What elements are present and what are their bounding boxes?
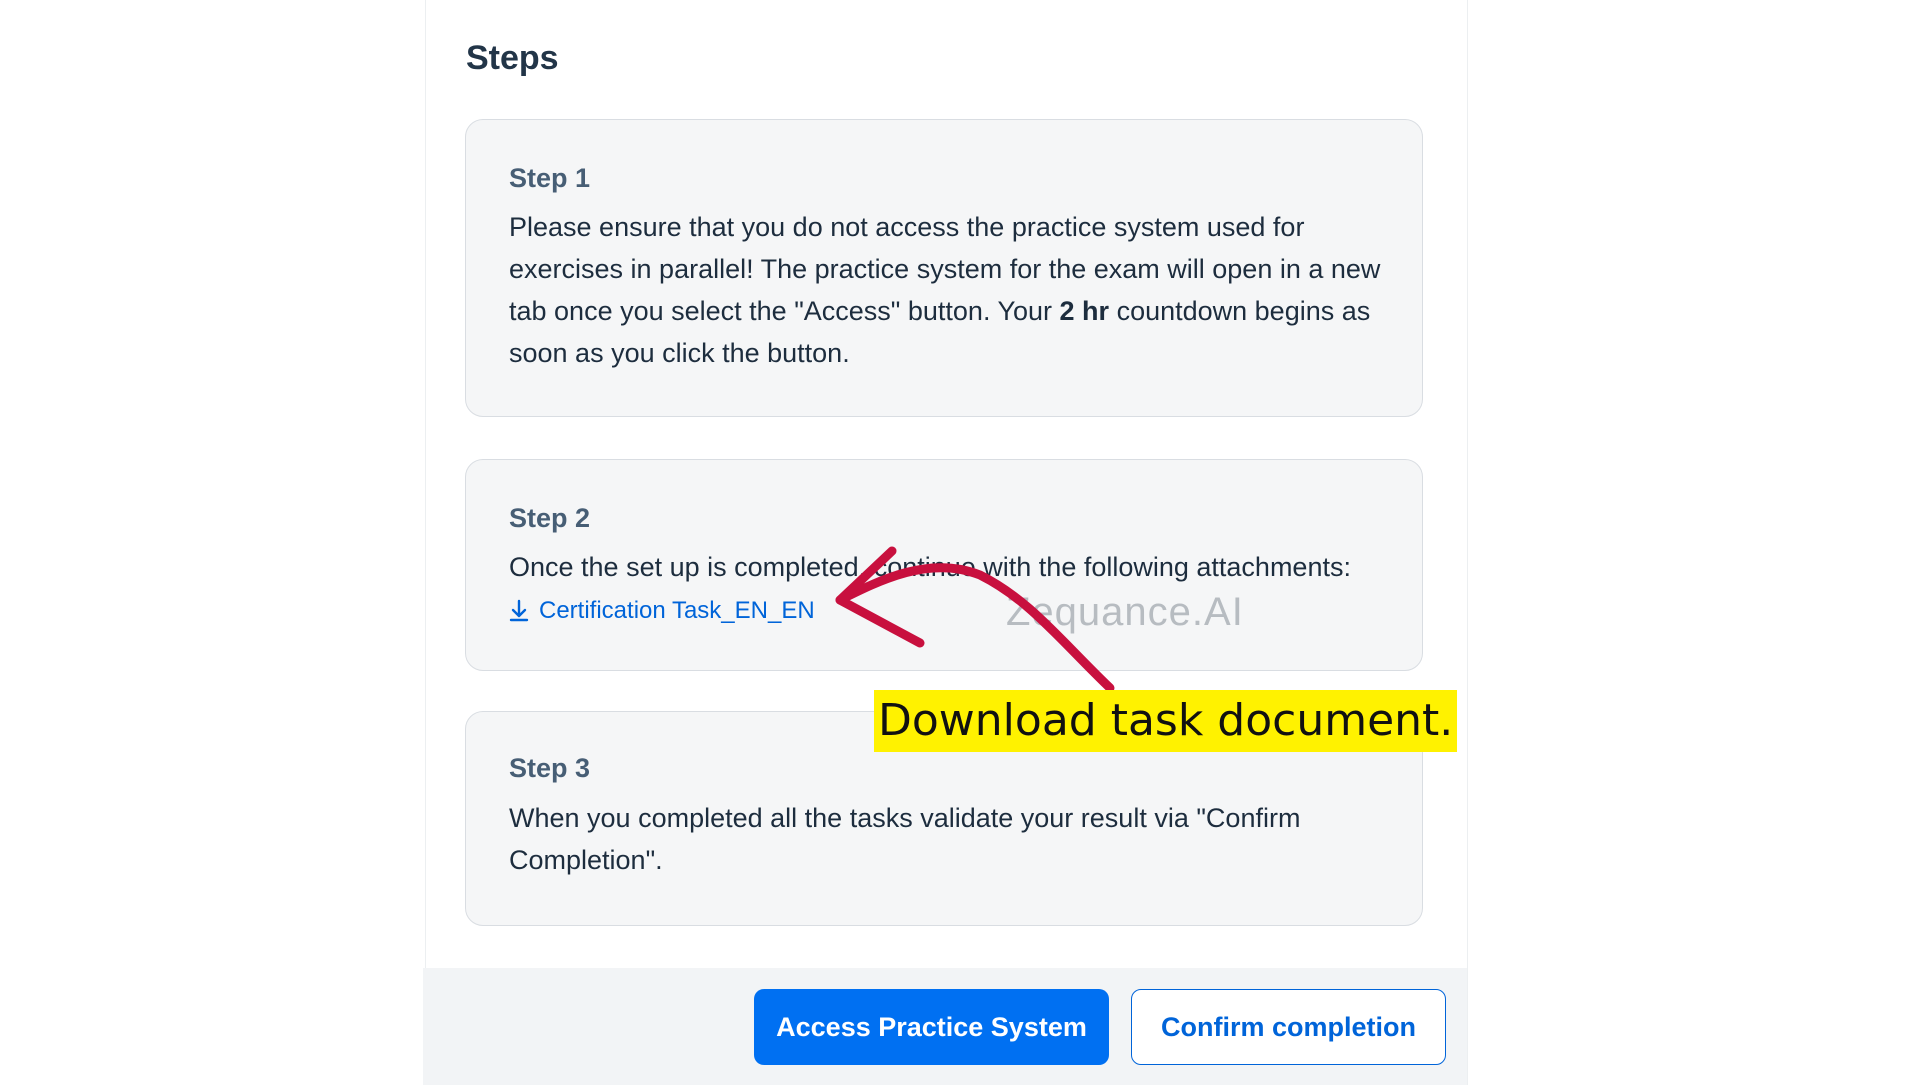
step-description: Once the set up is completed, continue w… bbox=[509, 552, 1351, 582]
step-description: When you completed all the tasks validat… bbox=[509, 803, 1301, 875]
attachment-link[interactable]: Certification Task_EN_EN bbox=[509, 597, 815, 625]
step-title: Step 3 bbox=[509, 753, 591, 783]
countdown-duration: 2 hr bbox=[1059, 296, 1110, 326]
page-title: Steps bbox=[466, 39, 559, 77]
access-practice-system-button[interactable]: Access Practice System bbox=[754, 989, 1109, 1065]
step-title: Step 2 bbox=[509, 503, 591, 533]
download-icon bbox=[509, 599, 529, 622]
confirm-completion-button[interactable]: Confirm completion bbox=[1131, 989, 1446, 1065]
annotation-callout: Download task document. bbox=[874, 690, 1458, 752]
step-card-1: Step 1 Please ensure that you do not acc… bbox=[465, 119, 1423, 417]
step-description: Please ensure that you do not access the… bbox=[509, 206, 1382, 374]
step-card-2: Step 2 Once the set up is completed, con… bbox=[465, 459, 1423, 671]
watermark: Zequance.AI bbox=[1006, 590, 1244, 634]
attachment-label: Certification Task_EN_EN bbox=[539, 597, 815, 624]
step-title: Step 1 bbox=[509, 163, 591, 193]
